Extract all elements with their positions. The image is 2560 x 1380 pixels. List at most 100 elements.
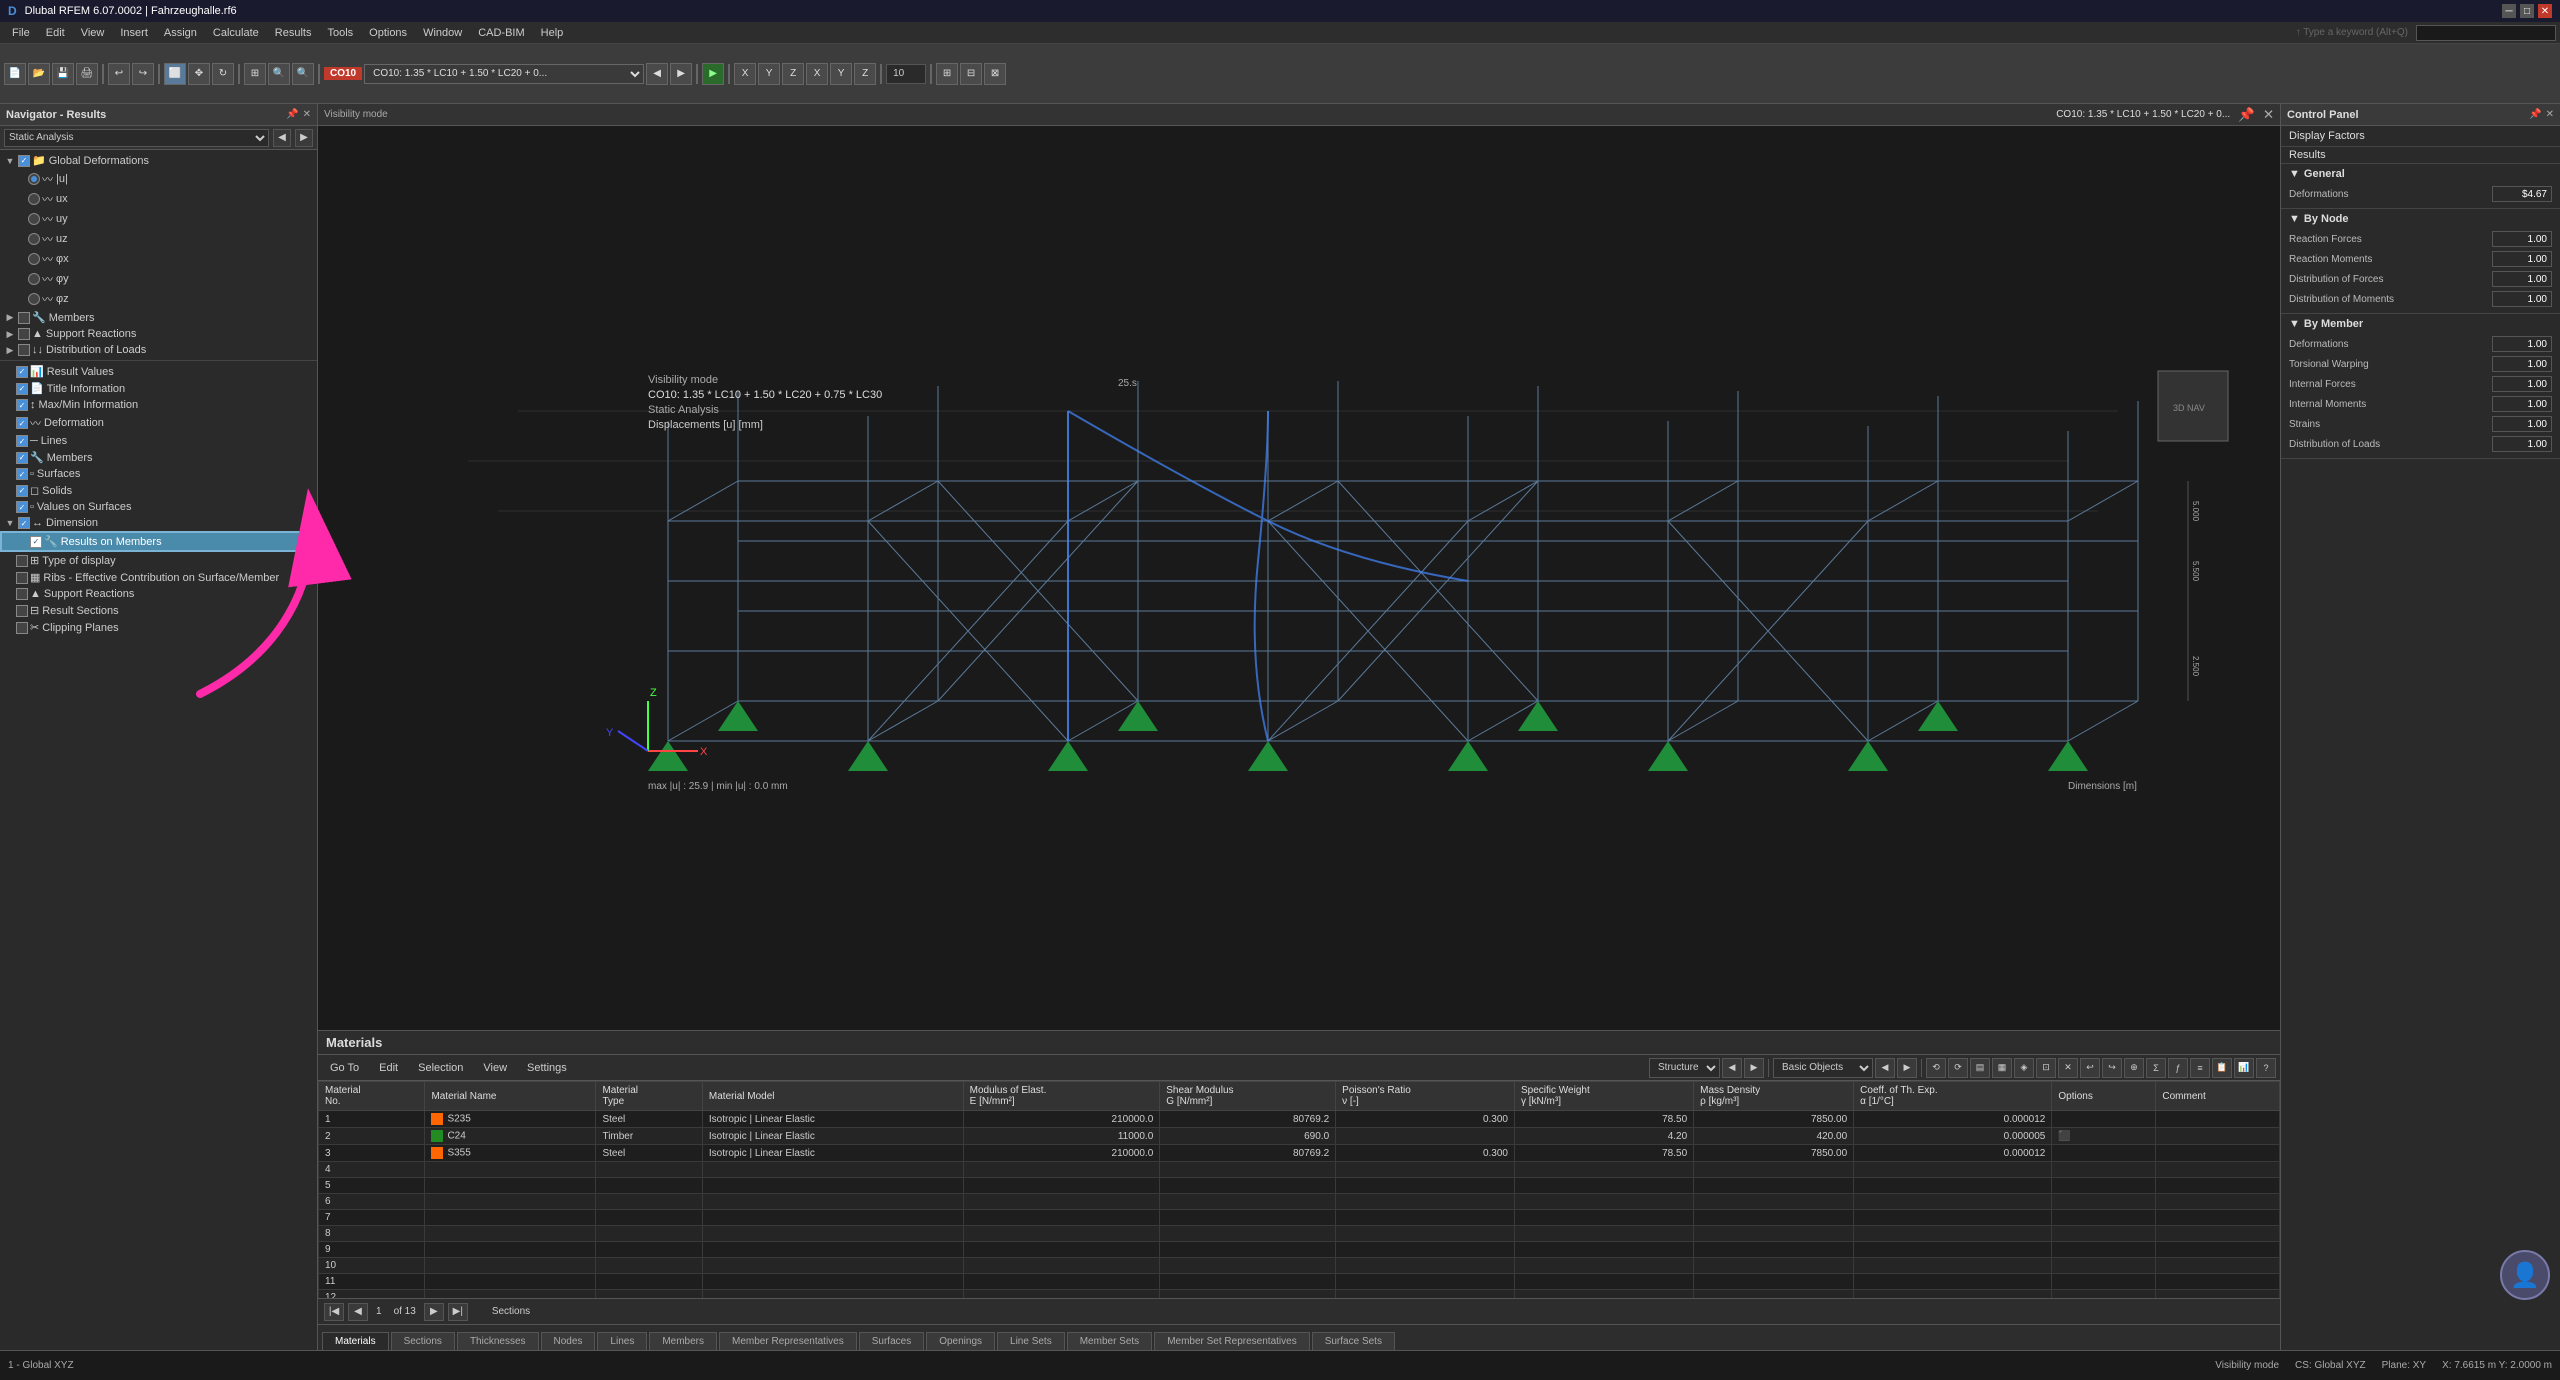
cp-pin-btn[interactable]: 📌 bbox=[2529, 109, 2541, 120]
mat-icon-6[interactable]: ⊡ bbox=[2036, 1058, 2056, 1078]
mat-tb-next[interactable]: ▶ bbox=[1744, 1058, 1764, 1078]
tree-clipping-planes[interactable]: ✂ Clipping Planes bbox=[0, 619, 317, 636]
tab-materials[interactable]: Materials bbox=[322, 1332, 389, 1350]
mat-icon-12[interactable]: ƒ bbox=[2168, 1058, 2188, 1078]
radio-phiy[interactable] bbox=[28, 273, 40, 285]
tb-xyz-x[interactable]: X bbox=[734, 63, 756, 85]
tree-uy[interactable]: 〰 uy bbox=[0, 209, 317, 229]
cp-rf-value[interactable] bbox=[2492, 231, 2552, 247]
tree-lines-r[interactable]: ✓ ─ Lines bbox=[0, 433, 317, 449]
tree-result-values[interactable]: ✓ 📊 Result Values bbox=[0, 363, 317, 380]
close-button[interactable]: ✕ bbox=[2538, 4, 2552, 18]
mat-goto-btn[interactable]: Go To bbox=[322, 1060, 367, 1076]
cb-result-sections[interactable] bbox=[16, 605, 28, 617]
mat-edit-btn[interactable]: Edit bbox=[371, 1060, 406, 1076]
radio-ux[interactable] bbox=[28, 193, 40, 205]
minimize-button[interactable]: ─ bbox=[2502, 4, 2516, 18]
tb-xyz-z[interactable]: Z bbox=[782, 63, 804, 85]
tb-next-co[interactable]: ▶ bbox=[670, 63, 692, 85]
menu-file[interactable]: File bbox=[4, 25, 38, 41]
cp-rm-value[interactable] bbox=[2492, 251, 2552, 267]
cb-members[interactable] bbox=[18, 312, 30, 324]
mat-icon-13[interactable]: ≡ bbox=[2190, 1058, 2210, 1078]
cb-clipping-planes[interactable] bbox=[16, 622, 28, 634]
tab-member-representatives[interactable]: Member Representatives bbox=[719, 1332, 857, 1350]
menu-results[interactable]: Results bbox=[267, 25, 320, 41]
tb-prev-co[interactable]: ◀ bbox=[646, 63, 668, 85]
tab-member-set-reps[interactable]: Member Set Representatives bbox=[1154, 1332, 1310, 1350]
tree-ux[interactable]: 〰 ux bbox=[0, 189, 317, 209]
tree-phiz[interactable]: 〰 φz bbox=[0, 289, 317, 309]
mat-tb-prev[interactable]: ◀ bbox=[1722, 1058, 1742, 1078]
expand-members[interactable]: ▶ bbox=[4, 312, 16, 324]
cb-support-reactions-2[interactable] bbox=[16, 588, 28, 600]
tb-xyz-y[interactable]: Y bbox=[758, 63, 780, 85]
tb-open[interactable]: 📂 bbox=[28, 63, 50, 85]
tab-lines[interactable]: Lines bbox=[597, 1332, 647, 1350]
cb-result-values[interactable]: ✓ bbox=[16, 366, 28, 378]
tree-support-reactions[interactable]: ▶ ▲ Support Reactions bbox=[0, 326, 317, 342]
mat-icon-11[interactable]: Σ bbox=[2146, 1058, 2166, 1078]
pag-next[interactable]: ▶ bbox=[424, 1303, 444, 1321]
maximize-button[interactable]: □ bbox=[2520, 4, 2534, 18]
cb-ribs[interactable] bbox=[16, 572, 28, 584]
cp-by-node-expand[interactable]: ▼ bbox=[2289, 213, 2300, 225]
mat-struct-select[interactable]: Structure bbox=[1649, 1058, 1720, 1078]
cp-md-value[interactable] bbox=[2492, 336, 2552, 352]
cp-df-value[interactable] bbox=[2492, 271, 2552, 287]
mat-icon-14[interactable]: 📋 bbox=[2212, 1058, 2232, 1078]
cp-im-value[interactable] bbox=[2492, 396, 2552, 412]
tab-thicknesses[interactable]: Thicknesses bbox=[457, 1332, 539, 1350]
mat-icon-5[interactable]: ◈ bbox=[2014, 1058, 2034, 1078]
tb-print[interactable]: 🖨 bbox=[76, 63, 98, 85]
tree-support-reactions-2[interactable]: ▲ Support Reactions bbox=[0, 586, 317, 602]
pag-last[interactable]: ▶| bbox=[448, 1303, 468, 1321]
tb-more1[interactable]: ⊞ bbox=[936, 63, 958, 85]
menu-options[interactable]: Options bbox=[361, 25, 415, 41]
cb-members-r[interactable]: ✓ bbox=[16, 452, 28, 464]
mat-icon-9[interactable]: ↪ bbox=[2102, 1058, 2122, 1078]
pag-prev[interactable]: ◀ bbox=[348, 1303, 368, 1321]
tree-dist-loads[interactable]: ▶ ↓↓ Distribution of Loads bbox=[0, 342, 317, 358]
radio-phiz[interactable] bbox=[28, 293, 40, 305]
nav-close-btn[interactable]: ✕ bbox=[303, 109, 311, 120]
tb-undo[interactable]: ↩ bbox=[108, 63, 130, 85]
tab-surface-sets[interactable]: Surface Sets bbox=[1312, 1332, 1395, 1350]
radio-uz[interactable] bbox=[28, 233, 40, 245]
nav-next-btn[interactable]: ▶ bbox=[295, 129, 313, 147]
tb-new[interactable]: 📄 bbox=[4, 63, 26, 85]
tree-values-surfaces[interactable]: ✓ ▫ Values on Surfaces bbox=[0, 499, 317, 515]
expand-support[interactable]: ▶ bbox=[4, 328, 16, 340]
tab-member-sets[interactable]: Member Sets bbox=[1067, 1332, 1152, 1350]
tb-redo[interactable]: ↪ bbox=[132, 63, 154, 85]
menu-cadbim[interactable]: CAD-BIM bbox=[470, 25, 532, 41]
mat-settings-btn[interactable]: Settings bbox=[519, 1060, 575, 1076]
mat-icon-10[interactable]: ⊕ bbox=[2124, 1058, 2144, 1078]
tree-results-on-members[interactable]: ✓ 🔧 Results on Members bbox=[0, 531, 317, 552]
cp-dm-value[interactable] bbox=[2492, 291, 2552, 307]
cb-lines-r[interactable]: ✓ bbox=[16, 435, 28, 447]
tb-run[interactable]: ▶ bbox=[702, 63, 724, 85]
tb-xyz-z2[interactable]: Z bbox=[854, 63, 876, 85]
tree-solids-r[interactable]: ✓ ◻ Solids bbox=[0, 482, 317, 499]
cb-type-display[interactable] bbox=[16, 555, 28, 567]
menu-assign[interactable]: Assign bbox=[156, 25, 205, 41]
menu-view[interactable]: View bbox=[73, 25, 113, 41]
tab-surfaces[interactable]: Surfaces bbox=[859, 1332, 924, 1350]
viewport-canvas[interactable]: X Z Y 25.s 5.000 5.500 2.500 bbox=[318, 126, 2280, 1030]
tab-sections[interactable]: Sections bbox=[391, 1332, 455, 1350]
cb-support[interactable] bbox=[18, 328, 30, 340]
expand-dimension[interactable]: ▼ bbox=[4, 517, 16, 529]
cp-strains-value[interactable] bbox=[2492, 416, 2552, 432]
tree-phix[interactable]: 〰 φx bbox=[0, 249, 317, 269]
cp-if-value[interactable] bbox=[2492, 376, 2552, 392]
cb-results-on-members[interactable]: ✓ bbox=[30, 536, 42, 548]
tree-type-display[interactable]: ⊞ Type of display bbox=[0, 552, 317, 569]
cb-global-def[interactable]: ✓ bbox=[18, 155, 30, 167]
expand-dist[interactable]: ▶ bbox=[4, 344, 16, 356]
mat-icon-8[interactable]: ↩ bbox=[2080, 1058, 2100, 1078]
menu-help[interactable]: Help bbox=[533, 25, 572, 41]
menu-calculate[interactable]: Calculate bbox=[205, 25, 267, 41]
tb-zoom-out[interactable]: 🔍 bbox=[292, 63, 314, 85]
cb-dimension[interactable]: ✓ bbox=[18, 517, 30, 529]
